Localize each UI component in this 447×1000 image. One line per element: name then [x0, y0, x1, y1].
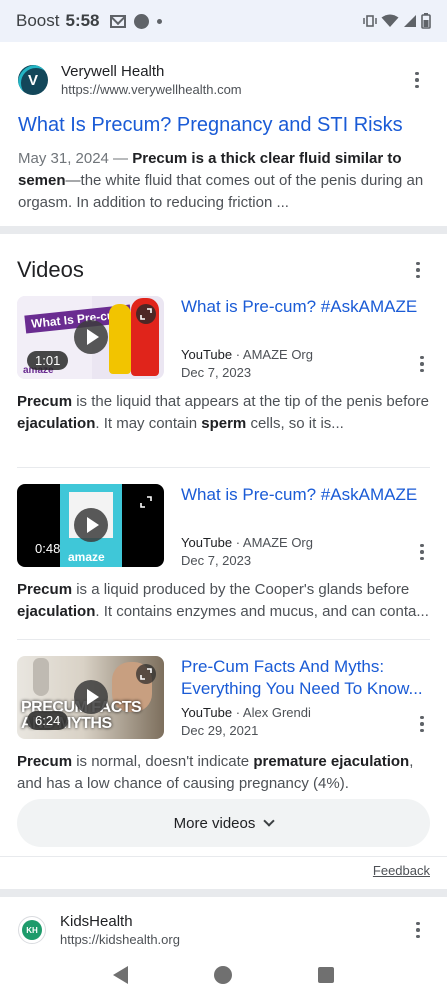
video-source: YouTube [181, 705, 233, 720]
video-date: Dec 7, 2023 [181, 553, 252, 568]
snippet-text: —the white fluid that comes out of the p… [18, 172, 424, 211]
system-nav-bar [0, 950, 447, 1000]
video-description: Precum is normal, doesn't indicate prema… [17, 753, 414, 792]
more-videos-button[interactable]: More videos [17, 799, 430, 847]
video-meta: YouTube · AMAZE Org Dec 7, 2023 [181, 534, 313, 570]
video-item: What Is Pre-cum amaze 1:01 What is Pre-c… [17, 296, 430, 468]
battery-icon [421, 13, 431, 29]
video-title-link[interactable]: What is Pre-cum? #AskAMAZE [181, 296, 430, 318]
video-thumbnail[interactable]: What Is Pre-cum amaze 1:01 [17, 296, 164, 379]
back-icon[interactable] [113, 966, 128, 984]
site-url: https://www.verywellhealth.com [61, 82, 242, 97]
video-more-options-icon[interactable] [410, 712, 434, 736]
chevron-down-icon [263, 814, 276, 827]
video-more-options-icon[interactable] [410, 540, 434, 564]
videos-header: Videos [17, 244, 430, 296]
system-icons [363, 13, 431, 29]
video-description: Precum is the liquid that appears at the… [17, 393, 429, 432]
expand-icon[interactable] [136, 492, 156, 512]
verywell-logo-icon: V [18, 65, 48, 95]
videos-more-options-icon[interactable] [406, 258, 430, 282]
home-icon[interactable] [214, 966, 232, 984]
site-url: https://kidshealth.org [60, 932, 180, 947]
section-divider [0, 226, 447, 234]
video-duration: 0:48 [35, 541, 61, 556]
feedback-link[interactable]: Feedback [373, 863, 430, 878]
video-meta: YouTube · AMAZE Org Dec 7, 2023 [181, 346, 313, 382]
video-channel: · AMAZE Org [232, 347, 313, 362]
video-date: Dec 29, 2021 [181, 723, 259, 738]
video-source: YouTube [181, 535, 233, 550]
site-name: KidsHealth [60, 913, 133, 930]
play-icon[interactable] [74, 508, 108, 542]
play-icon[interactable] [74, 680, 108, 714]
vibrate-icon [363, 15, 377, 27]
carrier-label: Boost [16, 11, 60, 30]
video-date: Dec 7, 2023 [181, 365, 252, 380]
video-source: YouTube [181, 347, 233, 362]
expand-icon[interactable] [136, 664, 156, 684]
video-channel: · AMAZE Org [232, 535, 313, 550]
video-channel: · Alex Grendi [232, 705, 311, 720]
videos-heading: Videos [17, 257, 84, 282]
gmail-icon [109, 14, 126, 28]
section-divider [0, 889, 447, 897]
feedback-row: Feedback [0, 856, 447, 884]
search-result-kidshealth[interactable]: KH KidsHealth https://kidshealth.org [18, 912, 430, 948]
notification-icons [109, 13, 162, 29]
clock: 5:58 [65, 11, 100, 30]
video-thumbnail[interactable]: PRECUM FACTS AND MYTHS 6:24 [17, 656, 164, 739]
video-more-options-icon[interactable] [410, 352, 434, 376]
play-icon[interactable] [74, 320, 108, 354]
search-result-verywell: V Verywell Health https://www.verywellhe… [0, 42, 447, 214]
video-duration: 1:01 [27, 351, 69, 370]
videos-section: Videos What Is Pre-cum amaze 1:01 What i… [0, 238, 447, 815]
dot-icon [133, 13, 149, 29]
video-title-link[interactable]: What is Pre-cum? #AskAMAZE [181, 484, 430, 506]
video-item: amaze 0:48 What is Pre-cum? #AskAMAZE Yo… [17, 468, 430, 640]
expand-icon[interactable] [136, 304, 156, 324]
more-options-icon[interactable] [405, 68, 429, 92]
small-dot-icon [156, 18, 162, 24]
video-description: Precum is a liquid produced by the Coope… [17, 581, 429, 620]
status-bar: Boost 5:58 [0, 0, 447, 42]
result-snippet: May 31, 2024 — Precum is a thick clear f… [18, 148, 429, 214]
video-thumbnail[interactable]: amaze 0:48 [17, 484, 164, 567]
site-name: Verywell Health [61, 63, 165, 80]
more-videos-label: More videos [173, 814, 256, 832]
video-item: PRECUM FACTS AND MYTHS 6:24 Pre-Cum Fact… [17, 640, 430, 815]
snippet-date: May 31, 2024 — [18, 150, 133, 167]
signal-icon [404, 15, 416, 27]
more-options-icon[interactable] [406, 918, 430, 942]
video-duration: 6:24 [27, 711, 69, 730]
recents-icon[interactable] [318, 967, 334, 983]
result-title-link[interactable]: What Is Precum? Pregnancy and STI Risks [18, 112, 429, 138]
thumb-brand: amaze [62, 550, 111, 564]
kidshealth-logo-icon: KH [18, 916, 46, 944]
wifi-icon [381, 14, 399, 27]
video-meta: YouTube · Alex Grendi Dec 29, 2021 [181, 704, 311, 740]
site-header[interactable]: V Verywell Health https://www.verywellhe… [18, 60, 429, 100]
video-title-link[interactable]: Pre-Cum Facts And Myths: Everything You … [181, 656, 430, 700]
